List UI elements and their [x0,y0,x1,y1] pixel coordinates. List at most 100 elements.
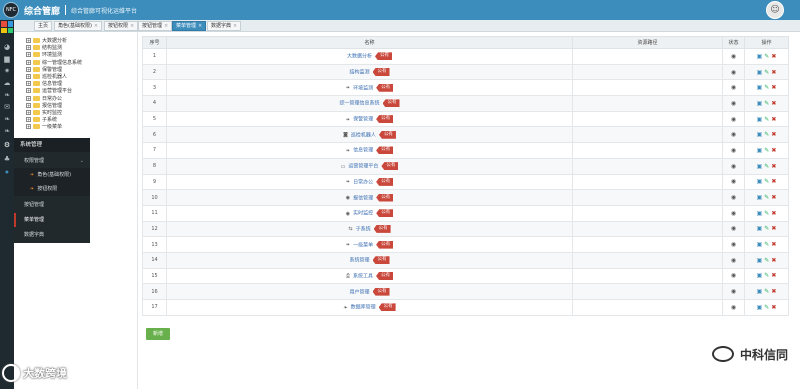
table-row[interactable]: 3 ❧ 环境监测 公有 ◉ ▣ ✎ ✖ [142,79,789,97]
tab-menu-management[interactable]: 菜单管理 × [172,21,207,31]
user-avatar-icon[interactable]: ☺ [766,1,784,19]
image-icon[interactable]: ▣ [757,225,763,232]
expand-icon[interactable]: + [26,66,31,72]
delete-icon[interactable]: ✖ [771,272,776,279]
table-row[interactable]: 14 系统管理 公有 ◉ ▣ ✎ ✖ [142,251,789,269]
edit-icon[interactable]: ✎ [764,69,769,76]
column-header-actions[interactable]: 操作 [744,36,789,49]
tab-home[interactable]: 主页 [34,21,53,31]
menu-name-link[interactable]: 运营管理平台 [348,164,378,170]
image-icon[interactable]: ▣ [757,163,763,170]
column-header-status[interactable]: 状态 [722,36,745,49]
edit-icon[interactable]: ✎ [764,225,769,232]
add-button[interactable]: 新增 [146,328,170,340]
visible-eye-icon[interactable]: ◉ [731,194,736,201]
users-icon[interactable]: ♣ [2,154,12,164]
image-icon[interactable]: ▣ [757,288,763,295]
tree-item[interactable]: + 日常办公 [26,95,62,103]
menu-name-link[interactable]: 大数据分析 [347,54,372,60]
table-row[interactable]: 10 ◉ 报信管理 公有 ◉ ▣ ✎ ✖ [142,189,789,206]
delete-icon[interactable]: ✖ [771,84,776,91]
visible-eye-icon[interactable]: ◉ [731,116,736,123]
cloud-icon[interactable]: ☁ [2,78,12,88]
tab-data-dictionary[interactable]: 数据字典 × [207,21,242,31]
menu-menu-management[interactable]: 菜单管理 [14,213,90,227]
table-row[interactable]: 2 结构监测 公有 ◉ ▣ ✎ ✖ [142,63,789,81]
dashboard-icon[interactable]: ◕ [2,42,12,52]
image-icon[interactable]: ▣ [757,53,763,60]
edit-icon[interactable]: ✎ [764,53,769,60]
image-icon[interactable]: ▣ [757,116,763,123]
visible-eye-icon[interactable]: ◉ [731,53,736,60]
menu-name-link[interactable]: 结构监测 [349,70,369,76]
edit-icon[interactable]: ✎ [764,210,769,217]
table-row[interactable]: 5 ❧ 保警管理 公有 ◉ ▣ ✎ ✖ [142,110,789,128]
leaf-icon[interactable]: ❧ [2,90,12,100]
tree-item[interactable]: + 保警管理 [26,66,62,74]
visible-eye-icon[interactable]: ◉ [731,100,736,107]
app-logo[interactable]: NFC [3,2,19,18]
tree-item[interactable]: + 一级菜单 [26,124,62,131]
visible-eye-icon[interactable]: ◉ [731,272,736,279]
close-icon[interactable]: × [130,23,134,29]
table-row[interactable]: 7 ❧ 信息管理 公有 ◉ ▣ ✎ ✖ [142,142,789,159]
close-icon[interactable]: × [94,23,98,29]
edit-icon[interactable]: ✎ [764,304,769,311]
expand-icon[interactable]: + [26,52,31,58]
image-icon[interactable]: ▣ [757,131,763,138]
menu-name-link[interactable]: 环境监测 [353,85,373,91]
visible-eye-icon[interactable]: ◉ [731,147,736,154]
delete-icon[interactable]: ✖ [771,241,776,248]
expand-icon[interactable]: + [26,95,31,101]
delete-icon[interactable]: ✖ [771,147,776,154]
close-icon[interactable]: × [198,23,202,29]
expand-icon[interactable]: + [26,88,31,94]
table-row[interactable]: 13 ❧ 一级菜单 公有 ◉ ▣ ✎ ✖ [142,236,789,253]
delete-icon[interactable]: ✖ [771,53,776,60]
menu-data-dictionary[interactable]: 数据字典 [14,228,90,242]
tree-item[interactable]: + 实时监控 [26,110,62,117]
menu-name-link[interactable]: 信息管理 [353,148,373,154]
table-row[interactable]: 12 ⇆ 子系统 公有 ◉ ▣ ✎ ✖ [142,220,789,238]
menu-name-link[interactable]: 巡检机器人 [351,132,376,138]
edit-icon[interactable]: ✎ [764,131,769,138]
image-icon[interactable]: ▣ [757,257,763,264]
edit-icon[interactable]: ✎ [764,100,769,107]
menu-button-management[interactable]: 按钮管理 [14,198,90,212]
table-row[interactable]: 15 ⎙ 系统工具 公有 ◉ ▣ ✎ ✖ [142,267,789,285]
menu-role[interactable]: ❧ 角色(基础权限) [14,168,90,182]
image-icon[interactable]: ▣ [757,272,763,279]
image-icon[interactable]: ▣ [757,304,763,311]
expand-icon[interactable]: + [26,45,31,51]
table-row[interactable]: 1 大数据分析 公有 ◉ ▣ ✎ ✖ [142,48,789,65]
visible-eye-icon[interactable]: ◉ [731,163,736,170]
column-header-index[interactable]: 序号 [142,36,167,49]
visible-eye-icon[interactable]: ◉ [731,304,736,311]
delete-icon[interactable]: ✖ [771,178,776,185]
menu-name-link[interactable]: 系统工具 [353,273,373,279]
table-row[interactable]: 6 ◙ 巡检机器人 公有 ◉ ▣ ✎ ✖ [142,126,789,144]
visible-eye-icon[interactable]: ◉ [731,178,736,185]
edit-icon[interactable]: ✎ [764,163,769,170]
delete-icon[interactable]: ✖ [771,304,776,311]
expand-icon[interactable]: + [26,110,31,115]
menu-name-link[interactable]: 子系统 [356,226,371,232]
close-icon[interactable]: × [233,23,237,29]
menu-name-link[interactable]: 综一管理信息系统 [339,101,379,107]
edit-icon[interactable]: ✎ [764,272,769,279]
delete-icon[interactable]: ✖ [771,69,776,76]
delete-icon[interactable]: ✖ [771,225,776,232]
visible-eye-icon[interactable]: ◉ [731,84,736,91]
table-row[interactable]: 17 ❧ 数据库管理 公有 ◉ ▣ ✎ ✖ [142,299,789,316]
app-grid-icon[interactable] [1,21,13,33]
mail-icon[interactable]: ✉ [2,102,12,112]
chart-icon[interactable]: ▆ [2,54,12,64]
edit-icon[interactable]: ✎ [764,257,769,264]
visible-eye-icon[interactable]: ◉ [731,69,736,76]
delete-icon[interactable]: ✖ [771,163,776,170]
table-row[interactable]: 11 ◉ 实时监控 公有 ◉ ▣ ✎ ✖ [142,204,789,222]
expand-icon[interactable]: + [26,59,31,65]
tab-button-management[interactable]: 按钮管理 × [138,21,173,31]
visible-eye-icon[interactable]: ◉ [731,225,736,232]
table-row[interactable]: 4 综一管理信息系统 公有 ◉ ▣ ✎ ✖ [142,95,789,112]
